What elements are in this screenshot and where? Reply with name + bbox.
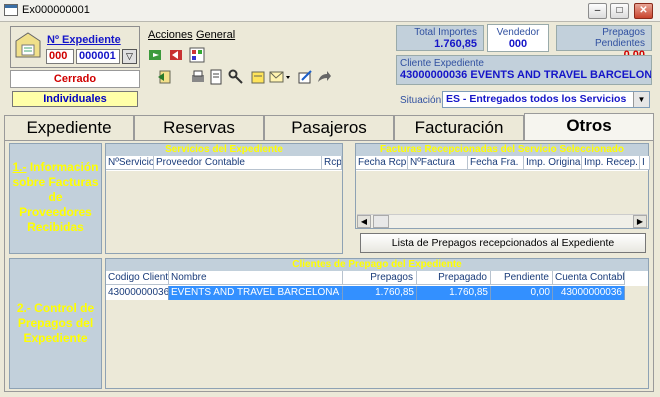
tab-pasajeros[interactable]: Pasajeros xyxy=(264,115,394,140)
facturas-col-extra[interactable]: I xyxy=(640,156,650,170)
total-importes-value: 1.760,85 xyxy=(434,38,477,50)
expediente-prefix-field[interactable]: 000 xyxy=(46,49,74,64)
facturas-col-imp-original[interactable]: Imp. Original xyxy=(524,156,582,170)
row-codigo: 43000000036 xyxy=(106,286,169,300)
servicios-title: Servicios del Expediente xyxy=(106,144,342,156)
clientes-col-codigo[interactable]: Codigo Cliente xyxy=(106,271,169,285)
lista-prepagos-button[interactable]: Lista de Prepagos recepcionados al Exped… xyxy=(360,233,646,253)
row-nombre: EVENTS AND TRAVEL BARCELONA S.L xyxy=(169,286,343,300)
servicios-col-proveedor[interactable]: Proveedor Contable xyxy=(154,156,322,170)
servicios-grid[interactable]: Servicios del Expediente NºServicio Prov… xyxy=(105,143,343,254)
cliente-box: Cliente Expediente 43000000036 EVENTS AN… xyxy=(396,55,652,85)
expediente-number-field[interactable]: 000001 xyxy=(76,49,120,64)
clientes-grid[interactable]: Clientes de Prepago del Expediente Codig… xyxy=(105,258,649,389)
arrow-red-icon[interactable] xyxy=(168,47,184,63)
tab-reservas[interactable]: Reservas xyxy=(134,115,264,140)
forward-icon[interactable] xyxy=(316,69,332,85)
servicios-col-rcp[interactable]: Rcp xyxy=(322,156,342,170)
print-icon[interactable] xyxy=(190,69,206,85)
arrow-green-icon[interactable] xyxy=(147,47,163,63)
notes-icon[interactable] xyxy=(250,69,266,85)
total-importes-box: Total Importes 1.760,85 xyxy=(396,25,484,51)
scroll-thumb[interactable] xyxy=(373,215,389,228)
filter-button[interactable]: ▽ xyxy=(122,49,137,64)
clientes-col-cuenta[interactable]: Cuenta Contable xyxy=(553,271,625,285)
expediente-label: Nº Expediente xyxy=(47,34,121,46)
expediente-panel: Nº Expediente 000 000001 ▽ xyxy=(10,26,140,68)
total-importes-label: Total Importes xyxy=(414,27,477,38)
cliente-label: Cliente Expediente xyxy=(400,58,484,69)
exit-icon[interactable] xyxy=(157,69,173,85)
scroll-right-icon[interactable]: ▶ xyxy=(633,215,647,228)
situacion-select[interactable]: ES - Entregados todos los Servicios ▼ xyxy=(442,91,650,108)
vendedor-label: Vendedor xyxy=(496,27,540,38)
facturas-col-nfactura[interactable]: NºFactura xyxy=(408,156,468,170)
facturas-col-imp-recep[interactable]: Imp. Recep. xyxy=(582,156,640,170)
menu-acciones[interactable]: Acciones xyxy=(148,29,193,41)
minimize-button[interactable]: – xyxy=(588,3,607,19)
section1-number: 1.- xyxy=(12,160,27,174)
prepagos-box: Prepagos Pendientes 0,00 xyxy=(556,25,652,61)
expediente-folder-icon xyxy=(14,31,42,61)
section2-panel: 2.- Control de Prepagos del Expediente xyxy=(9,258,102,389)
menu-general[interactable]: General xyxy=(196,29,235,41)
key-icon[interactable] xyxy=(228,69,244,85)
toolbar xyxy=(144,42,394,92)
edit-icon[interactable] xyxy=(297,69,313,85)
close-button[interactable]: ✕ xyxy=(634,3,653,19)
facturas-title: Facturas Recepcionadas del Servicio Sele… xyxy=(356,144,648,156)
clientes-title: Clientes de Prepago del Expediente xyxy=(106,259,648,271)
section1-panel: 1.- Información sobre Facturas de Provee… xyxy=(9,143,102,254)
status-cerrado: Cerrado xyxy=(10,70,140,88)
clientes-col-pendiente[interactable]: Pendiente xyxy=(491,271,553,285)
chevron-down-icon[interactable]: ▼ xyxy=(633,92,649,107)
tab-facturacion[interactable]: Facturación xyxy=(394,115,524,140)
tab-expediente[interactable]: Expediente xyxy=(4,115,134,140)
prepagos-label: Prepagos Pendientes xyxy=(594,27,645,49)
mail-dropdown-icon[interactable] xyxy=(269,69,290,85)
row-cuenta: 43000000036 xyxy=(553,286,625,300)
facturas-col-fecha-fra[interactable]: Fecha Fra. xyxy=(468,156,524,170)
situacion-label: Situación xyxy=(400,95,442,106)
clientes-col-prepagado[interactable]: Prepagado xyxy=(417,271,491,285)
app-icon xyxy=(4,4,18,16)
type-individuales: Individuales xyxy=(12,91,138,107)
facturas-scrollbar[interactable]: ◀ ▶ xyxy=(357,214,647,228)
maximize-button[interactable]: □ xyxy=(610,3,629,19)
facturas-grid[interactable]: Facturas Recepcionadas del Servicio Sele… xyxy=(355,143,650,229)
grid-icon[interactable] xyxy=(189,47,205,63)
table-row[interactable]: 43000000036 EVENTS AND TRAVEL BARCELONA … xyxy=(106,286,648,300)
clientes-col-prepagos[interactable]: Prepagos xyxy=(343,271,417,285)
vendedor-box: Vendedor 000 xyxy=(487,24,549,52)
cliente-value: 43000000036 EVENTS AND TRAVEL BARCELONA … xyxy=(400,69,651,81)
tab-otros[interactable]: Otros xyxy=(524,113,654,141)
title-bar: Ex000000001 – □ ✕ xyxy=(0,0,660,22)
servicios-col-servicio[interactable]: NºServicio xyxy=(106,156,154,170)
window-title: Ex000000001 xyxy=(22,4,90,16)
section2-label: 2.- Control de Prepagos del Expediente xyxy=(16,301,95,345)
row-prepagos: 1.760,85 xyxy=(343,286,417,300)
row-pendiente: 0,00 xyxy=(491,286,553,300)
document-icon[interactable] xyxy=(208,69,224,85)
facturas-col-fecha-rcp[interactable]: Fecha Rcp. xyxy=(356,156,408,170)
scroll-left-icon[interactable]: ◀ xyxy=(357,215,371,228)
vendedor-value: 000 xyxy=(508,38,528,50)
clientes-col-nombre[interactable]: Nombre xyxy=(169,271,343,285)
row-prepagado: 1.760,85 xyxy=(417,286,491,300)
